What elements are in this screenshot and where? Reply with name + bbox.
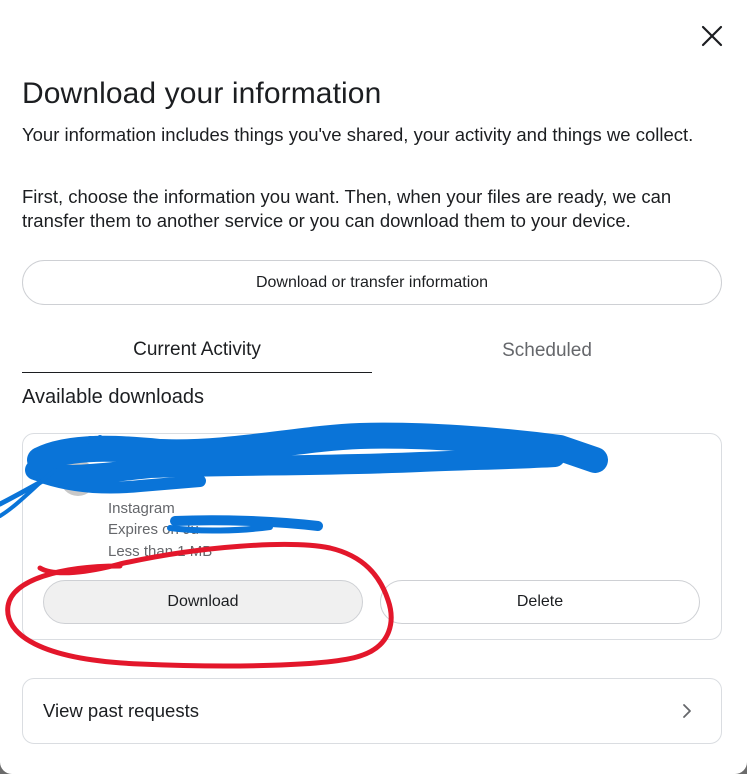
download-or-transfer-button[interactable]: Download or transfer information	[22, 260, 722, 305]
view-past-requests-row[interactable]: View past requests	[22, 678, 722, 744]
download-info-dialog: Download your information Your informati…	[0, 0, 747, 774]
dialog-description: Your information includes things you've …	[22, 124, 694, 145]
dialog-instructions: First, choose the information you want. …	[22, 186, 672, 231]
dialog-title: Download your information	[22, 77, 382, 110]
close-button[interactable]	[697, 21, 727, 51]
chevron-right-icon	[679, 703, 695, 719]
download-expiry: Expires on Ju	[108, 521, 199, 538]
delete-button[interactable]: Delete	[380, 580, 700, 624]
view-past-requests-label: View past requests	[43, 700, 199, 721]
close-icon	[701, 25, 723, 47]
avatar	[60, 460, 96, 496]
tab-current-activity[interactable]: Current Activity	[22, 328, 372, 373]
tab-scheduled[interactable]: Scheduled	[372, 328, 722, 373]
download-size: Less than 1 MB	[108, 543, 213, 560]
download-platform: Instagram	[108, 500, 175, 517]
download-button[interactable]: Download	[43, 580, 363, 624]
available-downloads-heading: Available downloads	[22, 386, 204, 408]
